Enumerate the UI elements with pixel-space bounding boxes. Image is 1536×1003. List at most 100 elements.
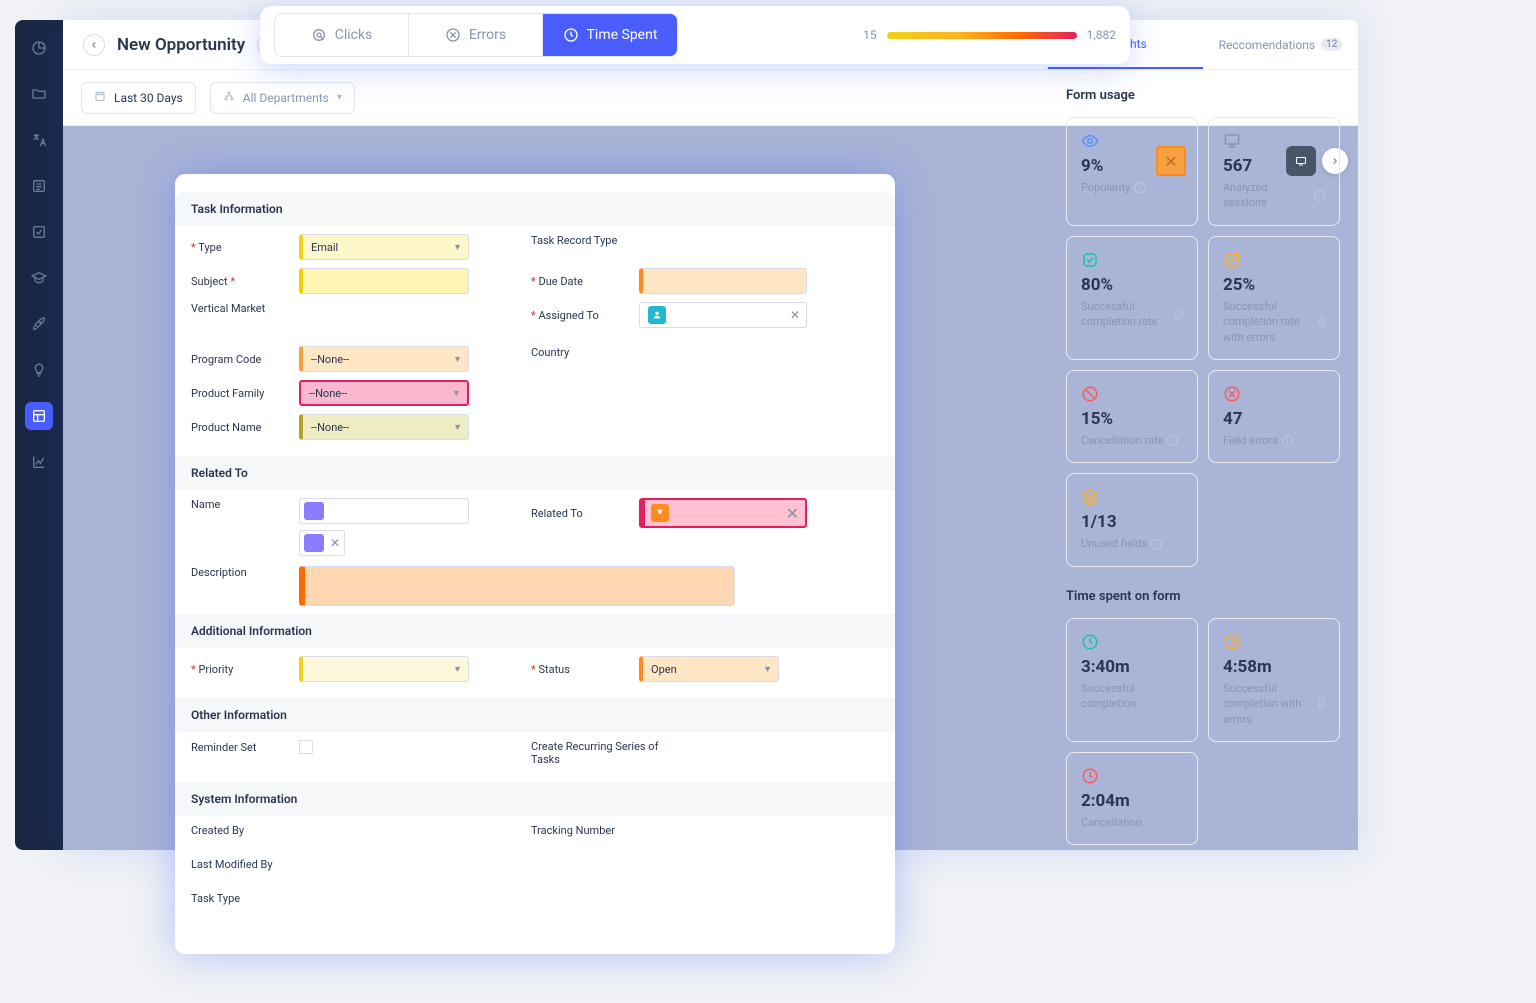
stat-sessions: 567 Analyzed sessionsi [1208,117,1340,226]
heatmap-scale: 15 1,882 [863,28,1116,42]
chevron-down-icon: ▼ [453,664,462,675]
related-to-label: Related To [531,507,639,520]
priority-select[interactable]: ▼ [299,656,469,682]
product-name-select[interactable]: --None--▼ [299,414,469,440]
date-filter-label: Last 30 Days [114,91,183,105]
tracking-number-label: Tracking Number [531,824,639,837]
product-name-label: Product Name [191,421,299,434]
product-family-label: Product Family [191,387,299,400]
chevron-down-icon: ▼ [452,388,461,399]
chevron-down-icon: ▼ [763,664,772,675]
info-icon[interactable]: i [1134,182,1145,193]
user-icon [648,306,666,324]
metric-tabs-bar: Clicks Errors Time Spent 15 1,882 [260,6,1130,64]
stat-unused: 1/13 Unused fieldsi [1066,473,1198,566]
due-date-input[interactable] [639,268,807,294]
nav-folder-icon[interactable] [25,80,53,108]
nav-rocket-icon[interactable] [25,310,53,338]
priority-label: * Priority [191,663,299,676]
metric-tabs: Clicks Errors Time Spent [274,13,678,57]
assigned-to-input[interactable]: ✕ [639,302,807,328]
clock-check-icon [1081,633,1099,651]
clock-icon [563,27,579,43]
stat-success-errors: 25% Successful completion rate with erro… [1208,236,1340,360]
reminder-label: Reminder Set [191,741,299,754]
info-icon[interactable]: i [1151,539,1162,550]
type-label: * Type [191,241,299,254]
subject-label: Subject * [191,275,299,288]
section-related-to: Related To [175,456,895,490]
info-icon[interactable]: i [1167,435,1178,446]
stat-success: 80% Successful completion ratei [1066,236,1198,360]
modified-by-label: Last Modified By [191,858,299,871]
nav-check-icon[interactable] [25,218,53,246]
layers-icon [1081,488,1099,506]
tab-clicks[interactable]: Clicks [275,14,409,56]
target-icon [311,27,327,43]
nav-layout-icon[interactable] [25,402,53,430]
tab-errors[interactable]: Errors [409,14,543,56]
form-usage-heading: Form usage [1066,88,1340,103]
nav-chart-icon[interactable] [25,448,53,476]
type-select[interactable]: Email▼ [299,234,469,260]
description-input[interactable] [299,566,735,606]
info-icon[interactable]: i [1314,190,1325,201]
nav-bulb-icon[interactable] [25,356,53,384]
name-label: Name [191,498,299,511]
clock-cancel-icon [1081,767,1099,785]
scale-gradient [887,32,1077,39]
product-family-select[interactable]: --None--▼ [299,380,469,406]
error-icon [1223,385,1241,403]
time-spent-heading: Time spent on form [1066,589,1340,604]
nav-dashboard-icon[interactable] [25,34,53,62]
info-icon[interactable]: i [1319,316,1325,327]
nav-list-icon[interactable] [25,172,53,200]
name-input-2[interactable]: ✕ [299,530,345,556]
vertical-market-label: Vertical Market [191,302,299,315]
nav-education-icon[interactable] [25,264,53,292]
program-code-label: Program Code [191,353,299,366]
date-filter[interactable]: Last 30 Days [81,82,196,114]
opportunity-icon [651,504,669,522]
related-to-input[interactable]: ✕ [639,498,807,528]
dept-filter-label: All Departments [243,91,329,105]
back-button[interactable] [83,34,105,56]
nav-translate-icon[interactable] [25,126,53,154]
recurring-label: Create Recurring Series of Tasks [531,740,671,766]
chevron-down-icon: ▼ [453,422,462,433]
subject-input[interactable] [299,268,469,294]
reminder-checkbox[interactable] [299,740,313,754]
scale-min: 15 [863,28,877,42]
insights-sidebar: Insights Reccomendations12 Form usage 9%… [1048,20,1358,850]
name-input-1[interactable] [299,498,469,524]
clear-icon[interactable]: ✕ [790,308,800,322]
check-circle-icon [1081,251,1099,269]
error-icon [445,27,461,43]
chevron-down-icon: ▼ [453,354,462,365]
info-icon[interactable]: i [1282,435,1293,446]
contact-icon [304,534,324,552]
warning-check-icon [1223,251,1241,269]
stat-time-ok: 3:40m Successful completion [1066,618,1198,742]
dept-filter[interactable]: All Departments ▾ [210,82,355,114]
stat-field-errors: 47 Field errorsi [1208,370,1340,463]
section-task-info: Task Information [175,192,895,226]
stat-cancellation: 15% Cancellation ratei [1066,370,1198,463]
clock-warning-icon [1223,633,1241,651]
info-icon[interactable]: i [1175,309,1183,320]
program-code-select[interactable]: --None--▼ [299,346,469,372]
due-date-label: * Due Date [531,275,639,288]
status-select[interactable]: Open▼ [639,656,779,682]
scale-max: 1,882 [1087,28,1116,42]
clear-icon[interactable]: ✕ [786,504,799,523]
clear-icon[interactable]: ✕ [330,536,340,550]
description-label: Description [191,566,299,579]
eye-icon [1081,132,1099,150]
org-icon [223,90,235,105]
calendar-icon [94,90,106,105]
tab-time-spent[interactable]: Time Spent [543,14,677,56]
stat-time-cancel: 2:04m Cancellation [1066,752,1198,845]
contact-icon [304,502,324,520]
tab-recommendations[interactable]: Reccomendations12 [1203,20,1358,69]
info-icon[interactable]: i [1318,698,1325,709]
